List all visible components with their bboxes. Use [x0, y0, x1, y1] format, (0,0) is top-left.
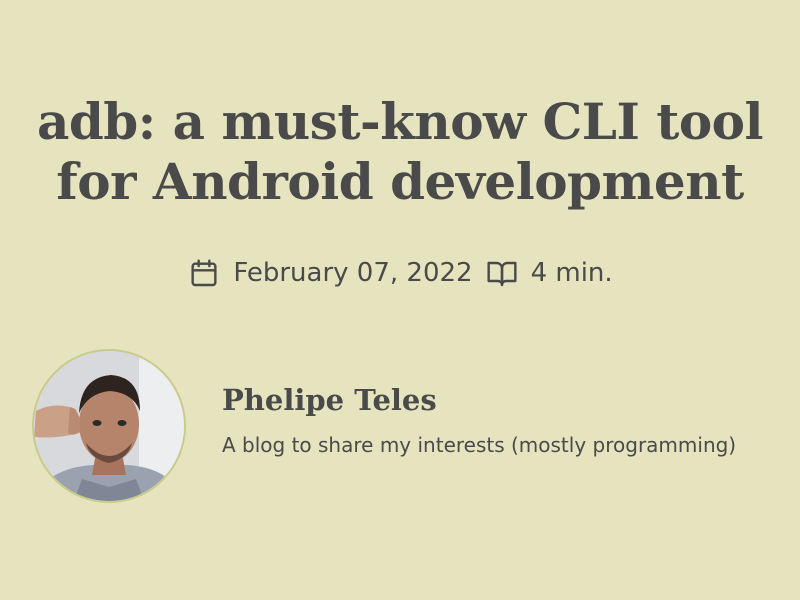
- post-date: February 07, 2022: [233, 258, 473, 288]
- avatar: [32, 349, 186, 503]
- post-meta: February 07, 2022 4 min.: [0, 250, 800, 296]
- book-icon: [485, 256, 519, 290]
- reading-time: 4 min.: [530, 258, 613, 288]
- author-card: Phelipe Teles A blog to share my interes…: [32, 349, 792, 505]
- calendar-icon: [187, 256, 221, 290]
- author-bio: A blog to share my interests (mostly pro…: [222, 433, 737, 457]
- post-title: adb: a must-know CLI tool for Android de…: [36, 92, 764, 211]
- author-name[interactable]: Phelipe Teles: [222, 383, 437, 417]
